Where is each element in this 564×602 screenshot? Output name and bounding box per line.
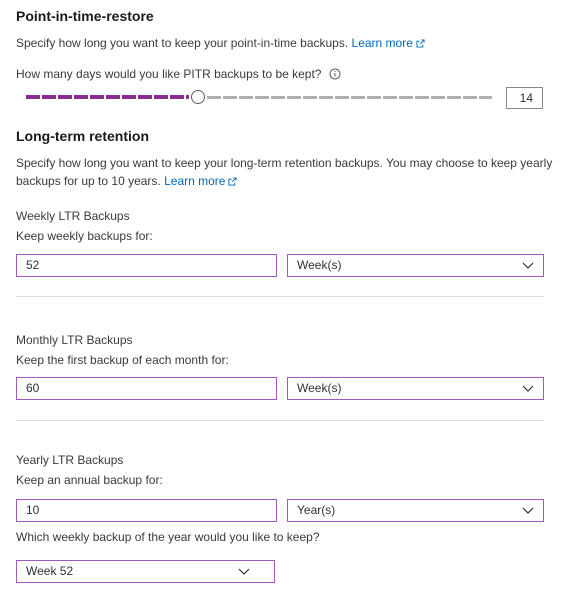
slider-empty-track[interactable] <box>207 95 492 99</box>
pitr-question-text: How many days would you like PITR backup… <box>16 67 322 81</box>
pitr-description: Specify how long you want to keep your p… <box>16 34 425 52</box>
ltr-learn-more-link[interactable]: Learn more <box>164 174 238 188</box>
slider-filled-track[interactable] <box>26 95 189 99</box>
yearly-week-question: Which weekly backup of the year would yo… <box>16 530 320 544</box>
weekly-unit-value: Week(s) <box>297 258 342 272</box>
yearly-unit-value: Year(s) <box>297 503 336 517</box>
pitr-description-text: Specify how long you want to keep your p… <box>16 36 349 50</box>
slider-thumb[interactable] <box>191 90 205 104</box>
weekly-retention-input[interactable]: 52 <box>16 254 277 277</box>
weekly-unit-dropdown[interactable]: Week(s) <box>287 254 544 277</box>
yearly-week-dropdown[interactable]: Week 52 <box>16 560 275 583</box>
chevron-down-icon <box>238 568 250 575</box>
weekly-ltr-heading: Weekly LTR Backups <box>16 209 130 223</box>
weekly-ltr-label: Keep weekly backups for: <box>16 229 153 243</box>
monthly-ltr-label: Keep the first backup of each month for: <box>16 353 229 367</box>
chevron-down-icon <box>522 262 534 269</box>
pitr-section-title: Point-in-time-restore <box>16 8 154 24</box>
pitr-learn-more-label[interactable]: Learn more <box>352 36 413 50</box>
yearly-unit-dropdown[interactable]: Year(s) <box>287 499 544 522</box>
monthly-retention-input[interactable]: 60 <box>16 377 277 400</box>
pitr-days-input[interactable]: 14 <box>506 87 543 109</box>
info-icon[interactable] <box>329 68 341 80</box>
pitr-learn-more-link[interactable]: Learn more <box>352 36 425 50</box>
pitr-question: How many days would you like PITR backup… <box>16 65 341 83</box>
section-divider <box>16 296 544 297</box>
pitr-days-slider[interactable] <box>26 88 492 106</box>
ltr-description-text: Specify how long you want to keep your l… <box>16 156 553 188</box>
monthly-unit-value: Week(s) <box>297 381 342 395</box>
section-divider <box>16 420 544 421</box>
external-link-icon <box>228 177 238 186</box>
chevron-down-icon <box>522 385 534 392</box>
yearly-ltr-heading: Yearly LTR Backups <box>16 453 124 467</box>
ltr-section-title: Long-term retention <box>16 128 149 144</box>
chevron-down-icon <box>522 507 534 514</box>
ltr-description: Specify how long you want to keep your l… <box>16 154 556 190</box>
monthly-unit-dropdown[interactable]: Week(s) <box>287 377 544 400</box>
monthly-ltr-heading: Monthly LTR Backups <box>16 333 133 347</box>
yearly-ltr-label: Keep an annual backup for: <box>16 473 163 487</box>
external-link-icon <box>416 39 425 48</box>
yearly-week-value: Week 52 <box>26 564 74 578</box>
ltr-learn-more-label[interactable]: Learn more <box>164 174 225 188</box>
yearly-retention-input[interactable]: 10 <box>16 499 277 522</box>
